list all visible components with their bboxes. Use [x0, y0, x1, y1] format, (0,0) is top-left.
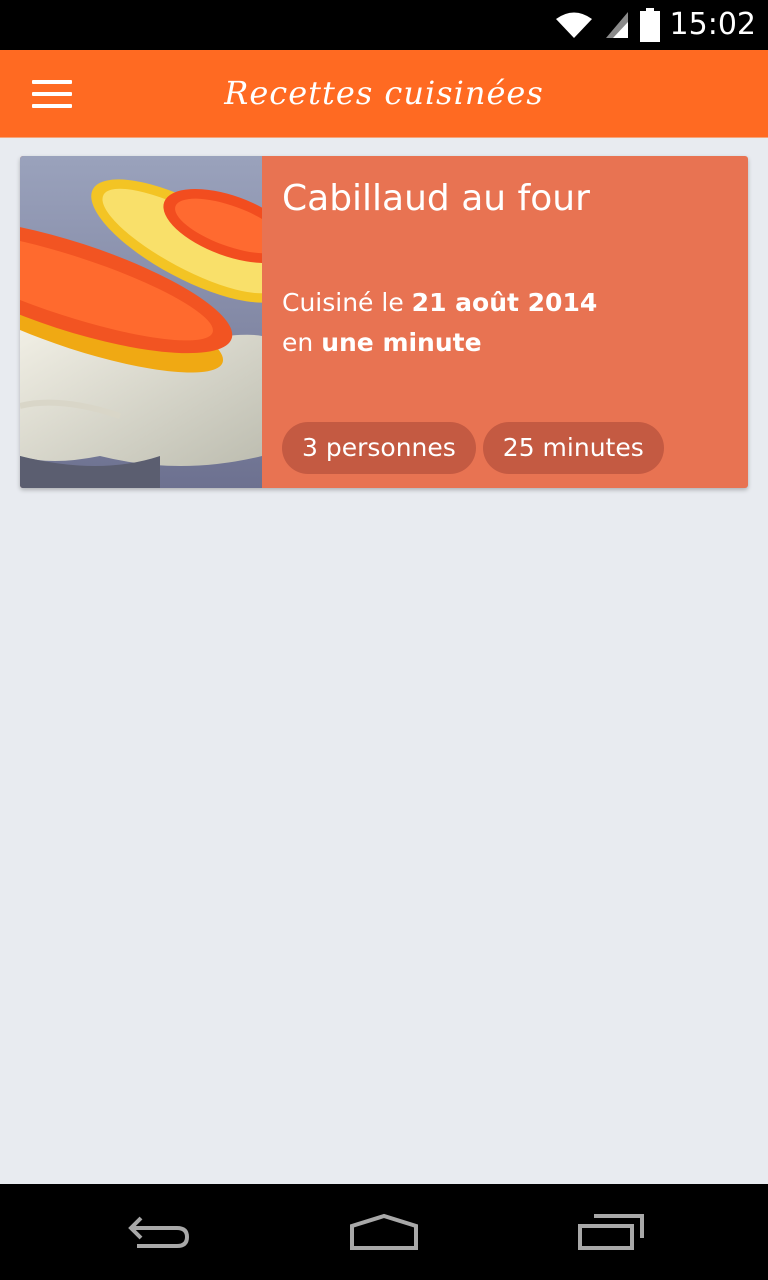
cooked-date-line: Cuisiné le 21 août 2014: [282, 288, 597, 317]
app-title: Recettes cuisinées: [224, 74, 544, 112]
recipe-photo: [20, 156, 297, 488]
cooked-date-prefix: Cuisiné le: [282, 288, 412, 317]
time-tag: 25 minutes: [482, 422, 664, 474]
back-icon[interactable]: [120, 1206, 200, 1258]
duration-line: en une minute: [282, 328, 482, 357]
recipe-title: Cabillaud au four: [282, 178, 590, 219]
hamburger-icon[interactable]: [32, 80, 72, 108]
recipe-list: Cabillaud au four Cuisiné le 21 août 201…: [0, 138, 768, 1184]
signal-icon: [604, 10, 630, 40]
duration-value: une minute: [321, 328, 482, 357]
servings-tag: 3 personnes: [282, 422, 476, 474]
recent-apps-icon[interactable]: [570, 1206, 650, 1258]
home-icon[interactable]: [344, 1206, 424, 1258]
app-bar: Recettes cuisinées: [0, 50, 768, 138]
cooked-date: 21 août 2014: [411, 288, 598, 317]
battery-icon: [639, 8, 660, 42]
wifi-icon: [554, 10, 594, 40]
duration-prefix: en: [282, 328, 322, 357]
recipe-card[interactable]: Cabillaud au four Cuisiné le 21 août 201…: [20, 156, 748, 488]
status-time: 15:02: [669, 7, 756, 42]
navigation-bar: [0, 1184, 768, 1280]
recipe-details: Cabillaud au four Cuisiné le 21 août 201…: [282, 156, 748, 488]
status-icons: 15:02: [554, 0, 756, 50]
status-bar: 15:02: [0, 0, 768, 50]
recipe-tags: 3 personnes 25 minutes: [282, 422, 664, 474]
